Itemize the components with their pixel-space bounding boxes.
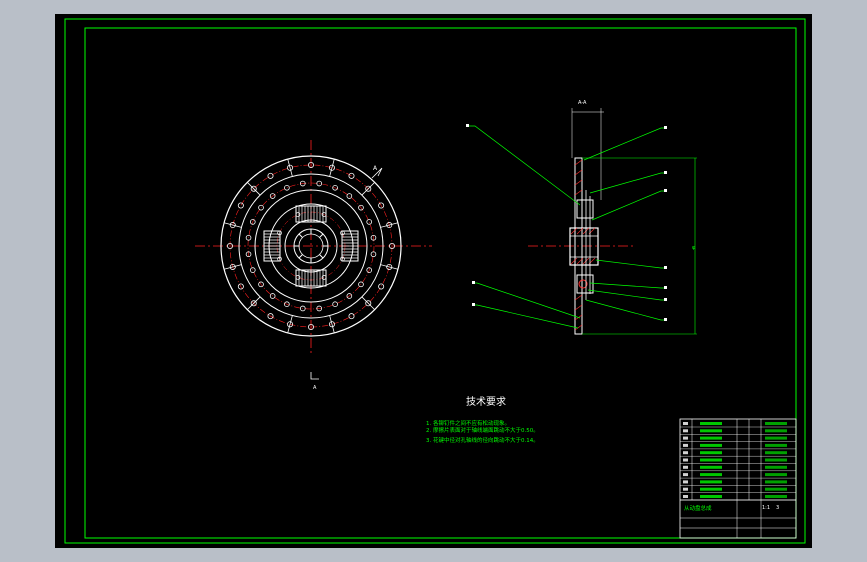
bom-item-number <box>683 429 688 433</box>
tech-requirements-title: 技术要求 <box>466 395 506 408</box>
tech-requirement-1: 1. 各铆钉件之间不应有松动现象。 <box>426 419 510 427</box>
bom-material <box>765 451 787 455</box>
bom-part-name <box>700 422 722 425</box>
bom-material <box>765 458 787 462</box>
title-block-sheet: 3 <box>776 505 779 511</box>
cad-drawing-view[interactable]: A A A-A φ 技术要求 1. 各铆钉件之间不应有松动现象。 2. 摩擦片表… <box>0 0 867 562</box>
bom-part-name <box>700 465 722 469</box>
bom-item-number <box>683 443 688 447</box>
bom-part-name <box>700 436 722 440</box>
tech-requirement-3: 3. 花键中径对孔轴线的径向跳动不大于0.14。 <box>426 436 539 444</box>
bom-material <box>765 443 787 447</box>
title-block-drawing-name: 从动盘总成 <box>684 504 712 512</box>
bom-material <box>765 495 787 498</box>
bom-part-name <box>700 443 722 447</box>
section-view-label: A-A <box>578 100 587 106</box>
bom-material <box>765 465 787 469</box>
bom-part-name <box>700 495 722 498</box>
drawing-canvas <box>55 14 812 548</box>
section-label-bottom: A <box>313 385 317 391</box>
title-block-scale: 1:1 <box>762 505 770 511</box>
bom-item-number <box>683 465 688 469</box>
bom-material <box>765 473 787 477</box>
bom-item-number <box>683 436 688 440</box>
bom-part-name <box>700 451 722 455</box>
bom-part-name <box>700 458 722 462</box>
bom-material <box>765 480 787 484</box>
bom-part-name <box>700 473 722 477</box>
bom-part-name <box>700 480 722 484</box>
bom-item-number <box>683 458 688 462</box>
bom-material <box>765 429 787 433</box>
bom-item-number <box>683 451 688 455</box>
bom-item-number <box>683 422 688 425</box>
bom-part-name <box>700 487 722 491</box>
bom-material <box>765 422 787 425</box>
bom-material <box>765 487 787 491</box>
bom-item-number <box>683 473 688 477</box>
tech-requirement-2: 2. 摩擦片表面对于轴线端面跳动不大于0.50。 <box>426 426 539 434</box>
bom-material <box>765 436 787 440</box>
bom-item-number <box>683 495 688 498</box>
bom-part-name <box>700 429 722 433</box>
bom-item-number <box>683 480 688 484</box>
bom-item-number <box>683 487 688 491</box>
